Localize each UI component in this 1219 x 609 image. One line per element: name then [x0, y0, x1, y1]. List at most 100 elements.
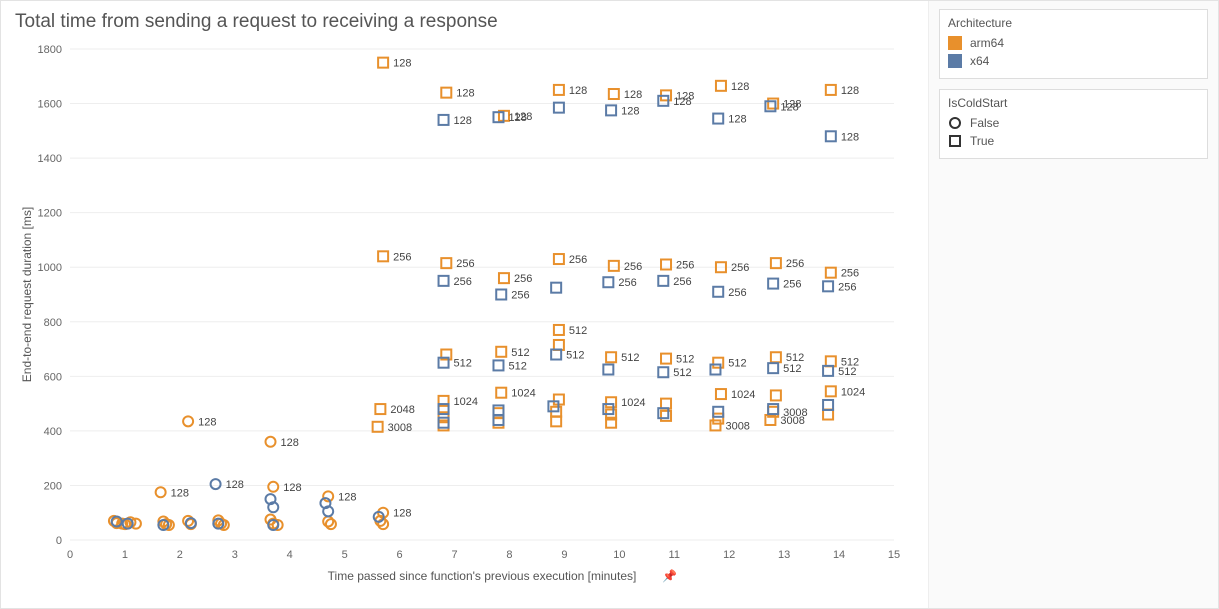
data-point[interactable]: [554, 85, 564, 95]
data-point[interactable]: [768, 279, 778, 289]
data-point[interactable]: [378, 58, 388, 68]
data-point[interactable]: [658, 276, 668, 286]
data-point[interactable]: [823, 400, 833, 410]
legend-cold-false[interactable]: False: [948, 114, 1199, 132]
data-point[interactable]: [768, 404, 778, 414]
point-label: 512: [728, 358, 746, 370]
legend-cold-true[interactable]: True: [948, 132, 1199, 150]
data-point[interactable]: [826, 85, 836, 95]
data-point[interactable]: [496, 290, 506, 300]
point-label: 256: [456, 258, 474, 270]
data-point[interactable]: [441, 258, 451, 268]
point-label: 128: [226, 479, 244, 491]
point-label: 512: [838, 366, 856, 378]
data-point[interactable]: [661, 354, 671, 364]
data-point[interactable]: [551, 283, 561, 293]
data-point[interactable]: [765, 101, 775, 111]
data-point[interactable]: [713, 287, 723, 297]
legend-arch-arm64[interactable]: arm64: [948, 34, 1199, 52]
data-point[interactable]: [266, 437, 276, 447]
svg-text:1000: 1000: [38, 262, 62, 274]
data-point[interactable]: [826, 356, 836, 366]
data-point[interactable]: [609, 261, 619, 271]
legend-item-label: arm64: [970, 36, 1004, 50]
data-point[interactable]: [609, 89, 619, 99]
data-point[interactable]: [378, 251, 388, 261]
data-point[interactable]: [661, 411, 671, 421]
svg-text:200: 200: [44, 480, 62, 492]
point-label: 128: [841, 85, 859, 97]
data-point[interactable]: [323, 516, 333, 526]
data-point[interactable]: [499, 273, 509, 283]
data-point[interactable]: [606, 397, 616, 407]
data-point[interactable]: [439, 276, 449, 286]
data-point[interactable]: [326, 519, 336, 529]
data-point[interactable]: [710, 420, 720, 430]
data-point[interactable]: [710, 365, 720, 375]
data-point[interactable]: [156, 487, 166, 497]
data-point[interactable]: [441, 88, 451, 98]
point-label: 512: [569, 325, 587, 337]
data-point[interactable]: [823, 281, 833, 291]
data-point[interactable]: [373, 422, 383, 432]
data-point[interactable]: [713, 407, 723, 417]
data-point[interactable]: [493, 360, 503, 370]
data-point[interactable]: [771, 390, 781, 400]
data-point[interactable]: [183, 416, 193, 426]
data-point[interactable]: [771, 258, 781, 268]
data-point[interactable]: [771, 352, 781, 362]
legend-coldstart[interactable]: IsColdStart False True: [939, 89, 1208, 159]
point-label: 256: [673, 276, 691, 288]
legend-item-label: x64: [970, 54, 989, 68]
data-point[interactable]: [211, 479, 221, 489]
data-point[interactable]: [268, 482, 278, 492]
data-point[interactable]: [661, 259, 671, 269]
data-point[interactable]: [551, 416, 561, 426]
data-point[interactable]: [493, 405, 503, 415]
data-point[interactable]: [713, 358, 723, 368]
data-point[interactable]: [493, 418, 503, 428]
point-label: 128: [673, 96, 691, 108]
svg-text:1400: 1400: [38, 153, 62, 165]
legend-arch-x64[interactable]: x64: [948, 52, 1199, 70]
data-point[interactable]: [716, 81, 726, 91]
svg-text:13: 13: [778, 549, 790, 561]
data-point[interactable]: [606, 352, 616, 362]
data-point[interactable]: [496, 388, 506, 398]
legend-panel: Architecture arm64 x64 IsColdStart False: [928, 1, 1218, 608]
point-label: 512: [454, 358, 472, 370]
data-point[interactable]: [554, 103, 564, 113]
data-point[interactable]: [826, 268, 836, 278]
data-point[interactable]: [658, 367, 668, 377]
data-point[interactable]: [554, 254, 564, 264]
data-point[interactable]: [493, 408, 503, 418]
data-point[interactable]: [493, 415, 503, 425]
data-point[interactable]: [606, 105, 616, 115]
point-label: 1024: [841, 386, 865, 398]
data-point[interactable]: [713, 114, 723, 124]
data-point[interactable]: [768, 363, 778, 373]
data-point[interactable]: [439, 115, 449, 125]
scatter-plot[interactable]: 0200400600800100012001400160018000123456…: [15, 39, 914, 586]
data-point[interactable]: [713, 414, 723, 424]
data-point[interactable]: [554, 325, 564, 335]
data-point[interactable]: [375, 404, 385, 414]
data-point[interactable]: [603, 277, 613, 287]
data-point[interactable]: [826, 386, 836, 396]
data-point[interactable]: [826, 131, 836, 141]
data-point[interactable]: [716, 389, 726, 399]
svg-text:5: 5: [342, 549, 348, 561]
point-label: 256: [783, 279, 801, 291]
legend-architecture[interactable]: Architecture arm64 x64: [939, 9, 1208, 79]
data-point[interactable]: [823, 366, 833, 376]
data-point[interactable]: [823, 410, 833, 420]
data-point[interactable]: [661, 399, 671, 409]
plot-area[interactable]: 0200400600800100012001400160018000123456…: [15, 39, 914, 586]
data-point[interactable]: [658, 408, 668, 418]
data-point[interactable]: [603, 365, 613, 375]
data-point[interactable]: [551, 350, 561, 360]
data-point[interactable]: [554, 340, 564, 350]
data-point[interactable]: [496, 347, 506, 357]
svg-text:12: 12: [723, 549, 735, 561]
point-label: 256: [838, 281, 856, 293]
